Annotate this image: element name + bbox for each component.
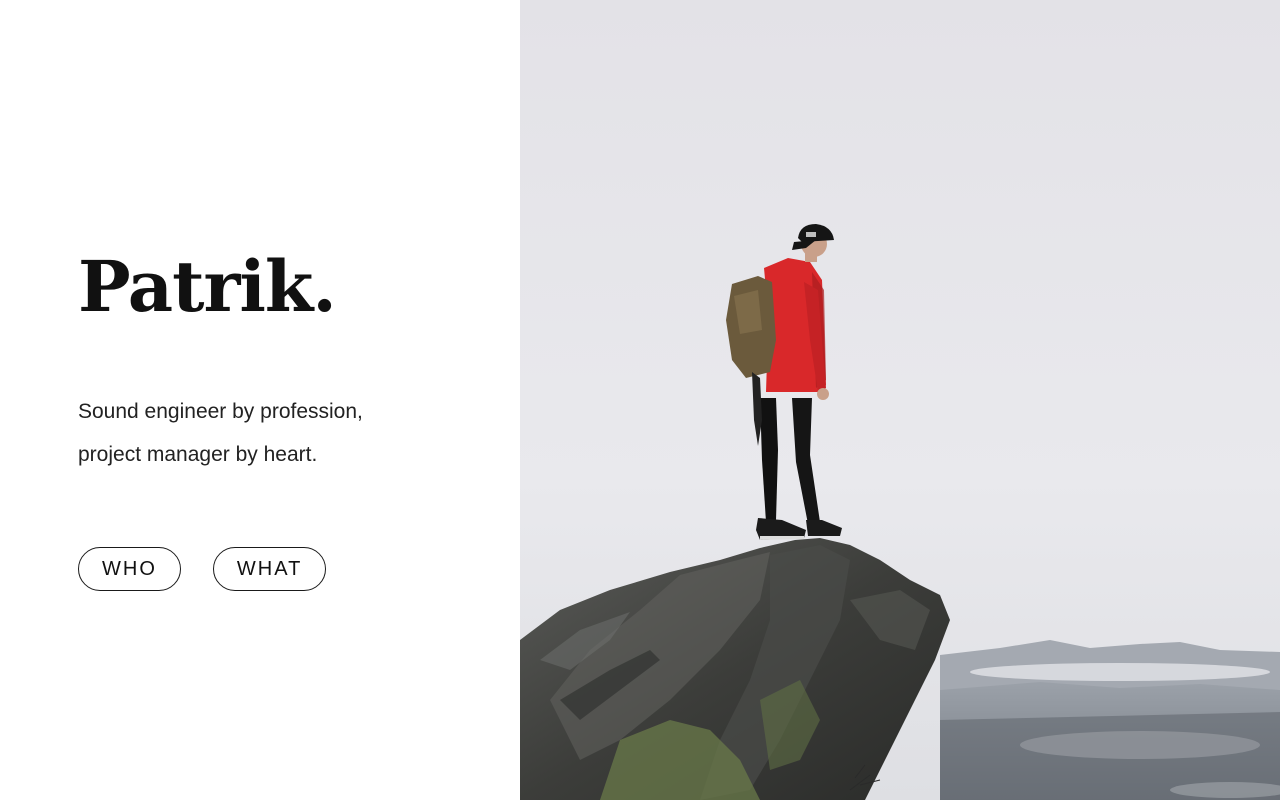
hiker-on-cliff-photo — [520, 0, 1280, 800]
tagline: Sound engineer by profession, project ma… — [78, 390, 478, 476]
section-nav: WHO WHAT — [78, 547, 327, 591]
what-button[interactable]: WHAT — [212, 547, 327, 591]
distant-mountains — [940, 640, 1280, 800]
hero-photo — [520, 0, 1280, 800]
page-title: Patrik. — [78, 245, 337, 328]
who-button[interactable]: WHO — [78, 547, 181, 591]
intro-panel: Patrik. Sound engineer by profession, pr… — [0, 0, 520, 800]
tagline-line-2: project manager by heart. — [78, 443, 318, 466]
page: Patrik. Sound engineer by profession, pr… — [0, 0, 1280, 800]
tagline-line-1: Sound engineer by profession, — [78, 400, 363, 423]
